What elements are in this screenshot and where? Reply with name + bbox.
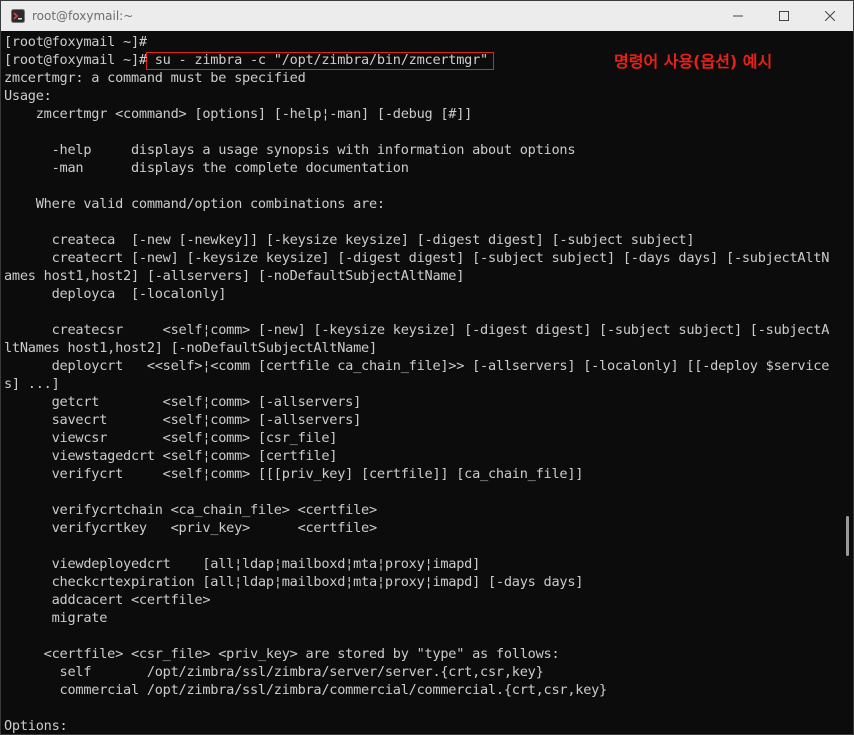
terminal-line: viewdeployedcrt [all¦ldap¦mailboxd¦mta¦p… <box>4 556 481 572</box>
terminal-line: verifycrtkey <priv_key> <certfile> <box>4 520 378 536</box>
terminal-line: createcsr <self¦comm> [-new] [-keysize k… <box>4 322 830 338</box>
terminal-line: -man displays the complete documentation <box>4 160 409 176</box>
terminal-line: verifycrt <self¦comm> [[[priv_key] [cert… <box>4 466 584 482</box>
maximize-icon[interactable] <box>761 1 807 31</box>
scrollbar-thumb[interactable] <box>846 516 849 556</box>
terminal-line: createcrt [-new] [-keysize keysize] [-di… <box>4 250 830 266</box>
terminal-line: deployca [-localonly] <box>4 286 227 302</box>
terminal-line: Options: <box>4 718 68 734</box>
close-icon[interactable] <box>807 1 853 31</box>
terminal-line: ltNames host1,host2] [-noDefaultSubjectA… <box>4 340 377 356</box>
terminal-line: getcrt <self¦comm> [-allservers] <box>4 394 362 410</box>
terminal-line: <certfile> <csr_file> <priv_key> are sto… <box>4 646 560 662</box>
title-bar[interactable]: root@foxymail:~ <box>1 1 853 31</box>
terminal-line: verifycrtchain <ca_chain_file> <certfile… <box>4 502 378 518</box>
terminal-line: [root@foxymail ~]# <box>4 34 147 50</box>
terminal-line: savecrt <self¦comm> [-allservers] <box>4 412 362 428</box>
terminal-output[interactable]: 명령어 사용(옵션) 예시 [root@foxymail ~]# [root@fo… <box>1 32 841 734</box>
terminal-window: root@foxymail:~ 명령어 사용(옵션) 예시 [root@foxy… <box>0 0 854 735</box>
terminal-line: Usage: <box>4 88 52 104</box>
terminal-line: -help displays a usage synopsis with inf… <box>4 142 576 158</box>
terminal-line: viewstagedcrt <self¦comm> [certfile] <box>4 448 338 464</box>
terminal-line: zmcertmgr: a command must be specified <box>4 70 306 86</box>
terminal-line: deploycrt <<self>¦<comm [certfile ca_cha… <box>4 358 830 374</box>
terminal-line: viewcsr <self¦comm> [csr_file] <box>4 430 338 446</box>
terminal-line: [root@foxymail ~]# su - zimbra -c "/opt/… <box>4 52 488 68</box>
terminal-line: self /opt/zimbra/ssl/zimbra/server/serve… <box>4 664 544 680</box>
terminal-line: checkcrtexpiration [all¦ldap¦mailboxd¦mt… <box>4 574 584 590</box>
scrollbar[interactable] <box>841 32 853 734</box>
terminal-line: ames host1,host2] [-allservers] [-noDefa… <box>4 268 465 284</box>
terminal-app-icon <box>11 9 25 23</box>
annotation-label: 명령어 사용(옵션) 예시 <box>614 52 773 71</box>
terminal-line: createca [-new [-newkey]] [-keysize keys… <box>4 232 695 248</box>
terminal-line: commercial /opt/zimbra/ssl/zimbra/commer… <box>4 682 608 698</box>
terminal-line: addcacert <certfile> <box>4 592 211 608</box>
minimize-icon[interactable] <box>715 1 761 31</box>
terminal-line: Where valid command/option combinations … <box>4 196 385 212</box>
terminal-line: zmcertmgr <command> [options] [-help¦-ma… <box>4 106 473 122</box>
window-title: root@foxymail:~ <box>32 9 134 23</box>
terminal-line: s] ...] <box>4 376 60 392</box>
terminal-line: migrate <box>4 610 108 626</box>
